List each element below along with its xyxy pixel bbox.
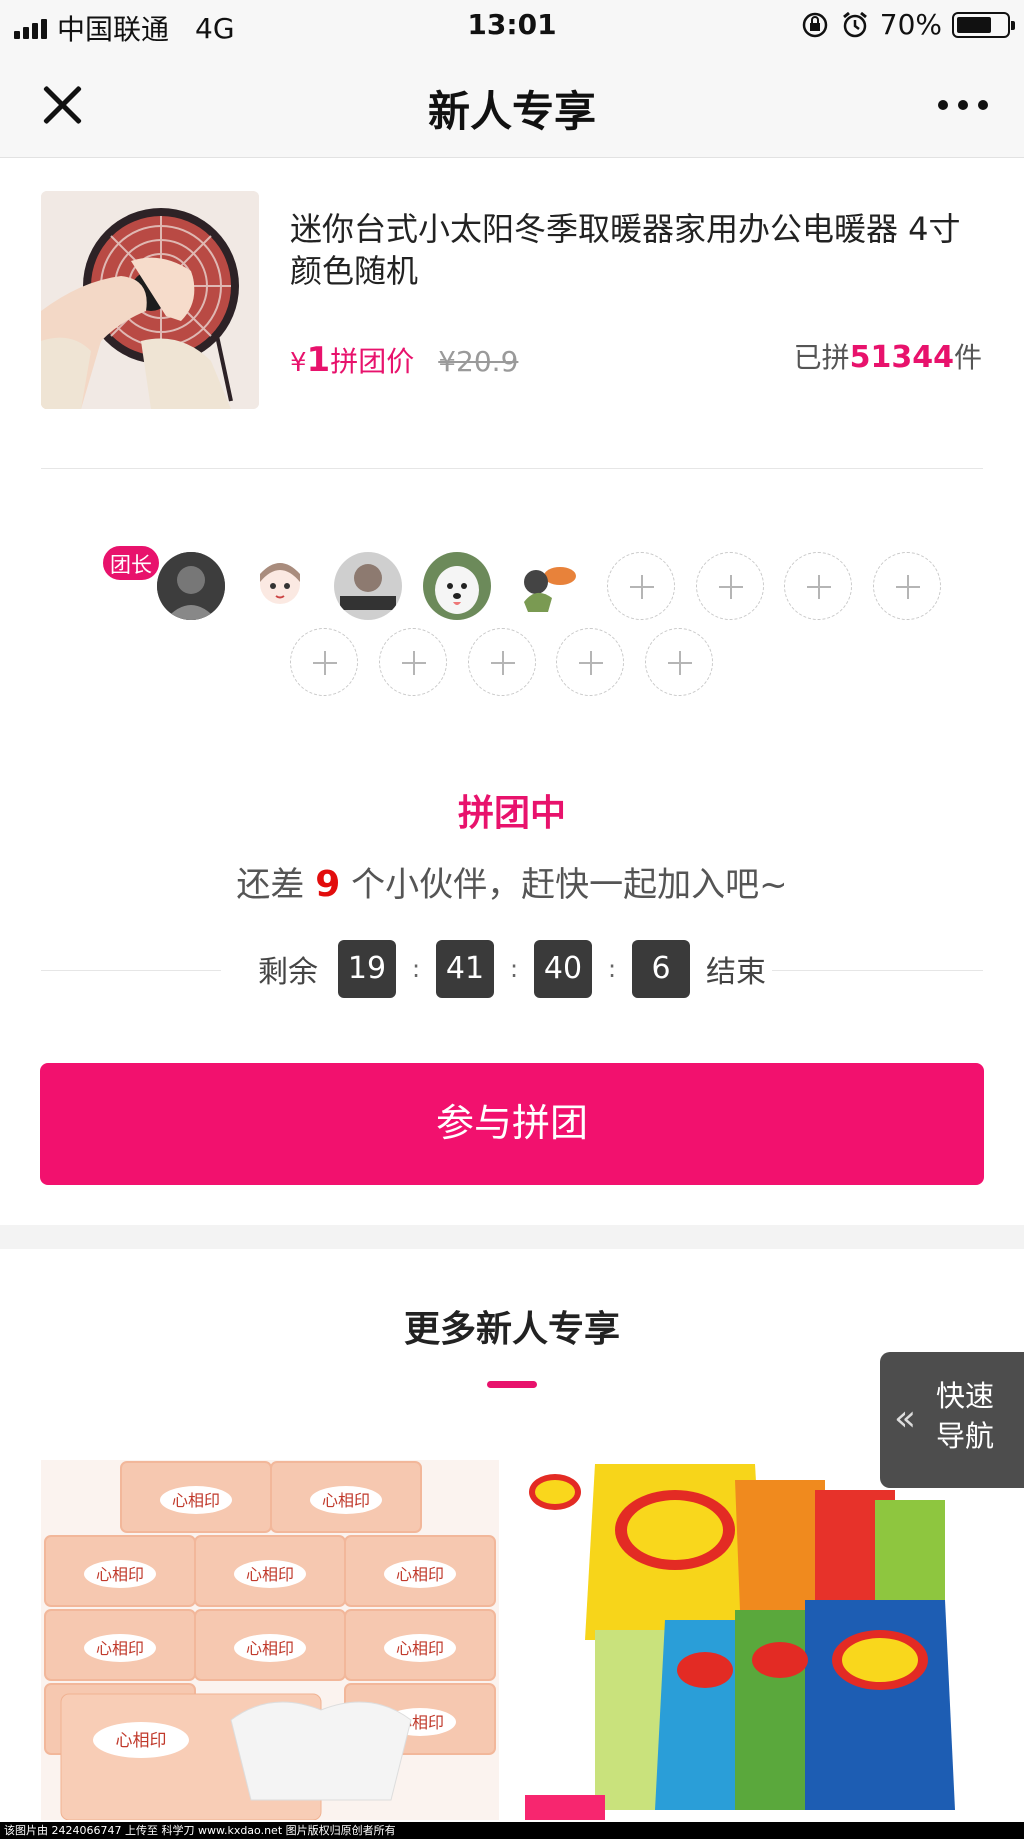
- svg-text:心相印: 心相印: [246, 1639, 294, 1658]
- battery-icon: [952, 11, 1015, 38]
- tip-suffix: 个小伙伴，赶快一起加入吧~: [351, 865, 788, 905]
- svg-text:心相印: 心相印: [96, 1565, 144, 1584]
- rotation-lock-icon: [802, 12, 828, 37]
- countdown-tenths: 6: [632, 940, 690, 998]
- svg-text:心相印: 心相印: [172, 1491, 220, 1510]
- price-symbol: ¥: [290, 348, 307, 378]
- product-card-tissue[interactable]: 心相印 心相印 心相印 心相印 心相印 心相印 心相印 心相印 心相印 心相印: [41, 1460, 499, 1820]
- original-price: ¥20.9: [438, 345, 519, 378]
- more-section-title: 更多新人专享: [403, 1309, 620, 1350]
- empty-slot-add-icon[interactable]: [468, 628, 536, 696]
- empty-slot-add-icon[interactable]: [290, 628, 358, 696]
- empty-slot-add-icon[interactable]: [607, 552, 675, 620]
- quick-nav-button[interactable]: « 快速 导航: [880, 1352, 1024, 1488]
- empty-slot-add-icon[interactable]: [784, 552, 852, 620]
- avatar[interactable]: [246, 552, 314, 620]
- sold-suffix: 件: [953, 341, 982, 374]
- empty-slot-add-icon[interactable]: [556, 628, 624, 696]
- remaining-count: 9: [315, 864, 341, 905]
- sold-prefix: 已拼: [793, 341, 850, 374]
- page-title: 新人专享: [427, 87, 596, 136]
- quick-nav-label-line2: 导航: [936, 1419, 995, 1453]
- price-row: ¥ 1 拼团价 ¥20.9: [290, 340, 518, 380]
- svg-text:心相印: 心相印: [246, 1565, 294, 1584]
- sold-count: 51344: [849, 340, 954, 375]
- nav-bar: 新人专享: [0, 50, 1024, 158]
- countdown-separator: :: [607, 955, 617, 983]
- svg-text:心相印: 心相印: [116, 1731, 167, 1751]
- divider: [41, 468, 983, 469]
- svg-text:心相印: 心相印: [396, 1639, 444, 1658]
- group-status: 拼团中: [457, 793, 566, 834]
- quick-nav-label-line1: 快速: [936, 1379, 995, 1413]
- svg-text:心相印: 心相印: [396, 1565, 444, 1584]
- double-chevron-left-icon: «: [894, 1398, 917, 1439]
- avatar[interactable]: [157, 552, 225, 620]
- sold-count-row: 已拼51344件: [794, 336, 982, 376]
- avatar[interactable]: [334, 552, 402, 620]
- empty-slot-add-icon[interactable]: [379, 628, 447, 696]
- quick-nav-label: 快速 导航: [936, 1376, 1016, 1456]
- avatar[interactable]: [423, 552, 491, 620]
- battery-level: [957, 16, 991, 33]
- countdown-suffix: 结束: [706, 955, 766, 990]
- product-card-chips[interactable]: [525, 1460, 983, 1820]
- countdown-separator: :: [411, 955, 421, 983]
- svg-text:心相印: 心相印: [322, 1491, 370, 1510]
- group-tip: 还差 9 个小伙伴，赶快一起加入吧~: [0, 857, 1024, 906]
- title-underline: [487, 1381, 537, 1388]
- status-right: 70%: [800, 8, 1015, 41]
- status-bar: 中国联通 4G 13:01 70%: [0, 0, 1024, 50]
- battery-percent: 70%: [879, 8, 942, 41]
- countdown-separator: :: [509, 955, 519, 983]
- tip-prefix: 还差: [236, 865, 305, 905]
- empty-slot-add-icon[interactable]: [645, 628, 713, 696]
- more-icon[interactable]: [938, 100, 988, 110]
- price-label: 拼团价: [330, 345, 415, 378]
- section-divider: [0, 1225, 1024, 1249]
- countdown-hours: 19: [338, 940, 396, 998]
- group-price: 1: [306, 340, 331, 380]
- countdown-minutes: 41: [436, 940, 494, 998]
- leader-badge: 团长: [101, 544, 161, 582]
- avatar[interactable]: [512, 552, 580, 620]
- alarm-icon: [842, 11, 867, 37]
- svg-text:心相印: 心相印: [96, 1639, 144, 1658]
- join-group-button[interactable]: 参与拼团: [40, 1063, 984, 1185]
- countdown: 剩余 19 : 41 : 40 : 6 结束: [0, 940, 1024, 998]
- watermark-footer: 该图片由 2424066747 上传至 科学刀 www.kxdao.net 图片…: [0, 1822, 1024, 1839]
- countdown-seconds: 40: [534, 940, 592, 998]
- empty-slot-add-icon[interactable]: [696, 552, 764, 620]
- product-image[interactable]: [41, 191, 259, 409]
- countdown-prefix: 剩余: [258, 955, 318, 990]
- product-title[interactable]: 迷你台式小太阳冬季取暖器家用办公电暖器 4寸颜色随机: [290, 208, 990, 292]
- empty-slot-add-icon[interactable]: [873, 552, 941, 620]
